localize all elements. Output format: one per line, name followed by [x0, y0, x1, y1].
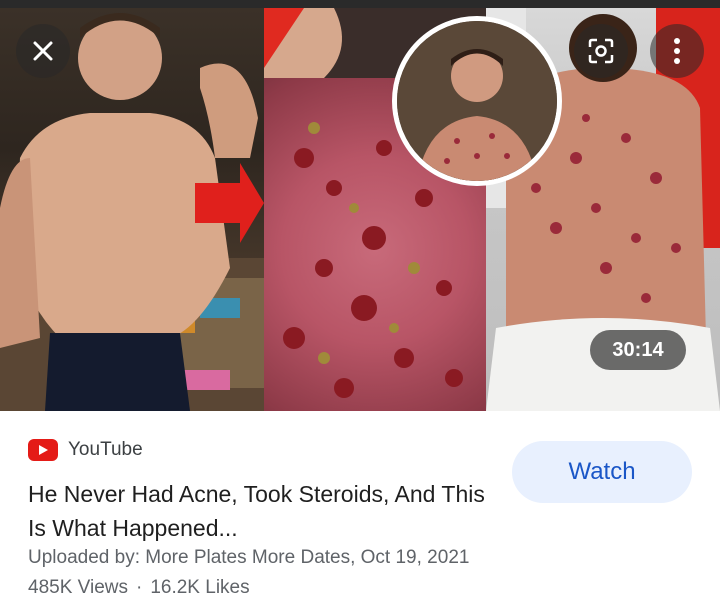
top-status-bar [0, 0, 720, 8]
watch-button[interactable]: Watch [512, 441, 692, 503]
video-thumbnail[interactable]: 30:14 [0, 8, 720, 411]
youtube-logo-icon [28, 439, 58, 461]
more-vert-icon [674, 38, 680, 64]
stats-separator: · [136, 577, 143, 598]
upload-info: Uploaded by: More Plates More Dates, Oct… [28, 547, 470, 568]
more-options-button[interactable] [650, 24, 704, 78]
video-duration-badge: 30:14 [590, 330, 686, 370]
source-name: YouTube [68, 439, 143, 460]
close-button[interactable] [16, 24, 70, 78]
views-count: 485K Views [28, 577, 128, 598]
close-icon [33, 41, 53, 61]
stats-row: 485K Views · 16.2K Likes [28, 577, 250, 599]
video-title[interactable]: He Never Had Acne, Took Steroids, And Th… [28, 477, 508, 545]
likes-count: 16.2K Likes [150, 577, 250, 598]
inset-face-circle [392, 16, 562, 186]
video-info-card: YouTube Watch He Never Had Acne, Took St… [0, 411, 720, 603]
lens-search-button[interactable] [574, 24, 628, 78]
source-row[interactable]: YouTube [28, 439, 143, 461]
lens-search-icon [588, 38, 614, 64]
